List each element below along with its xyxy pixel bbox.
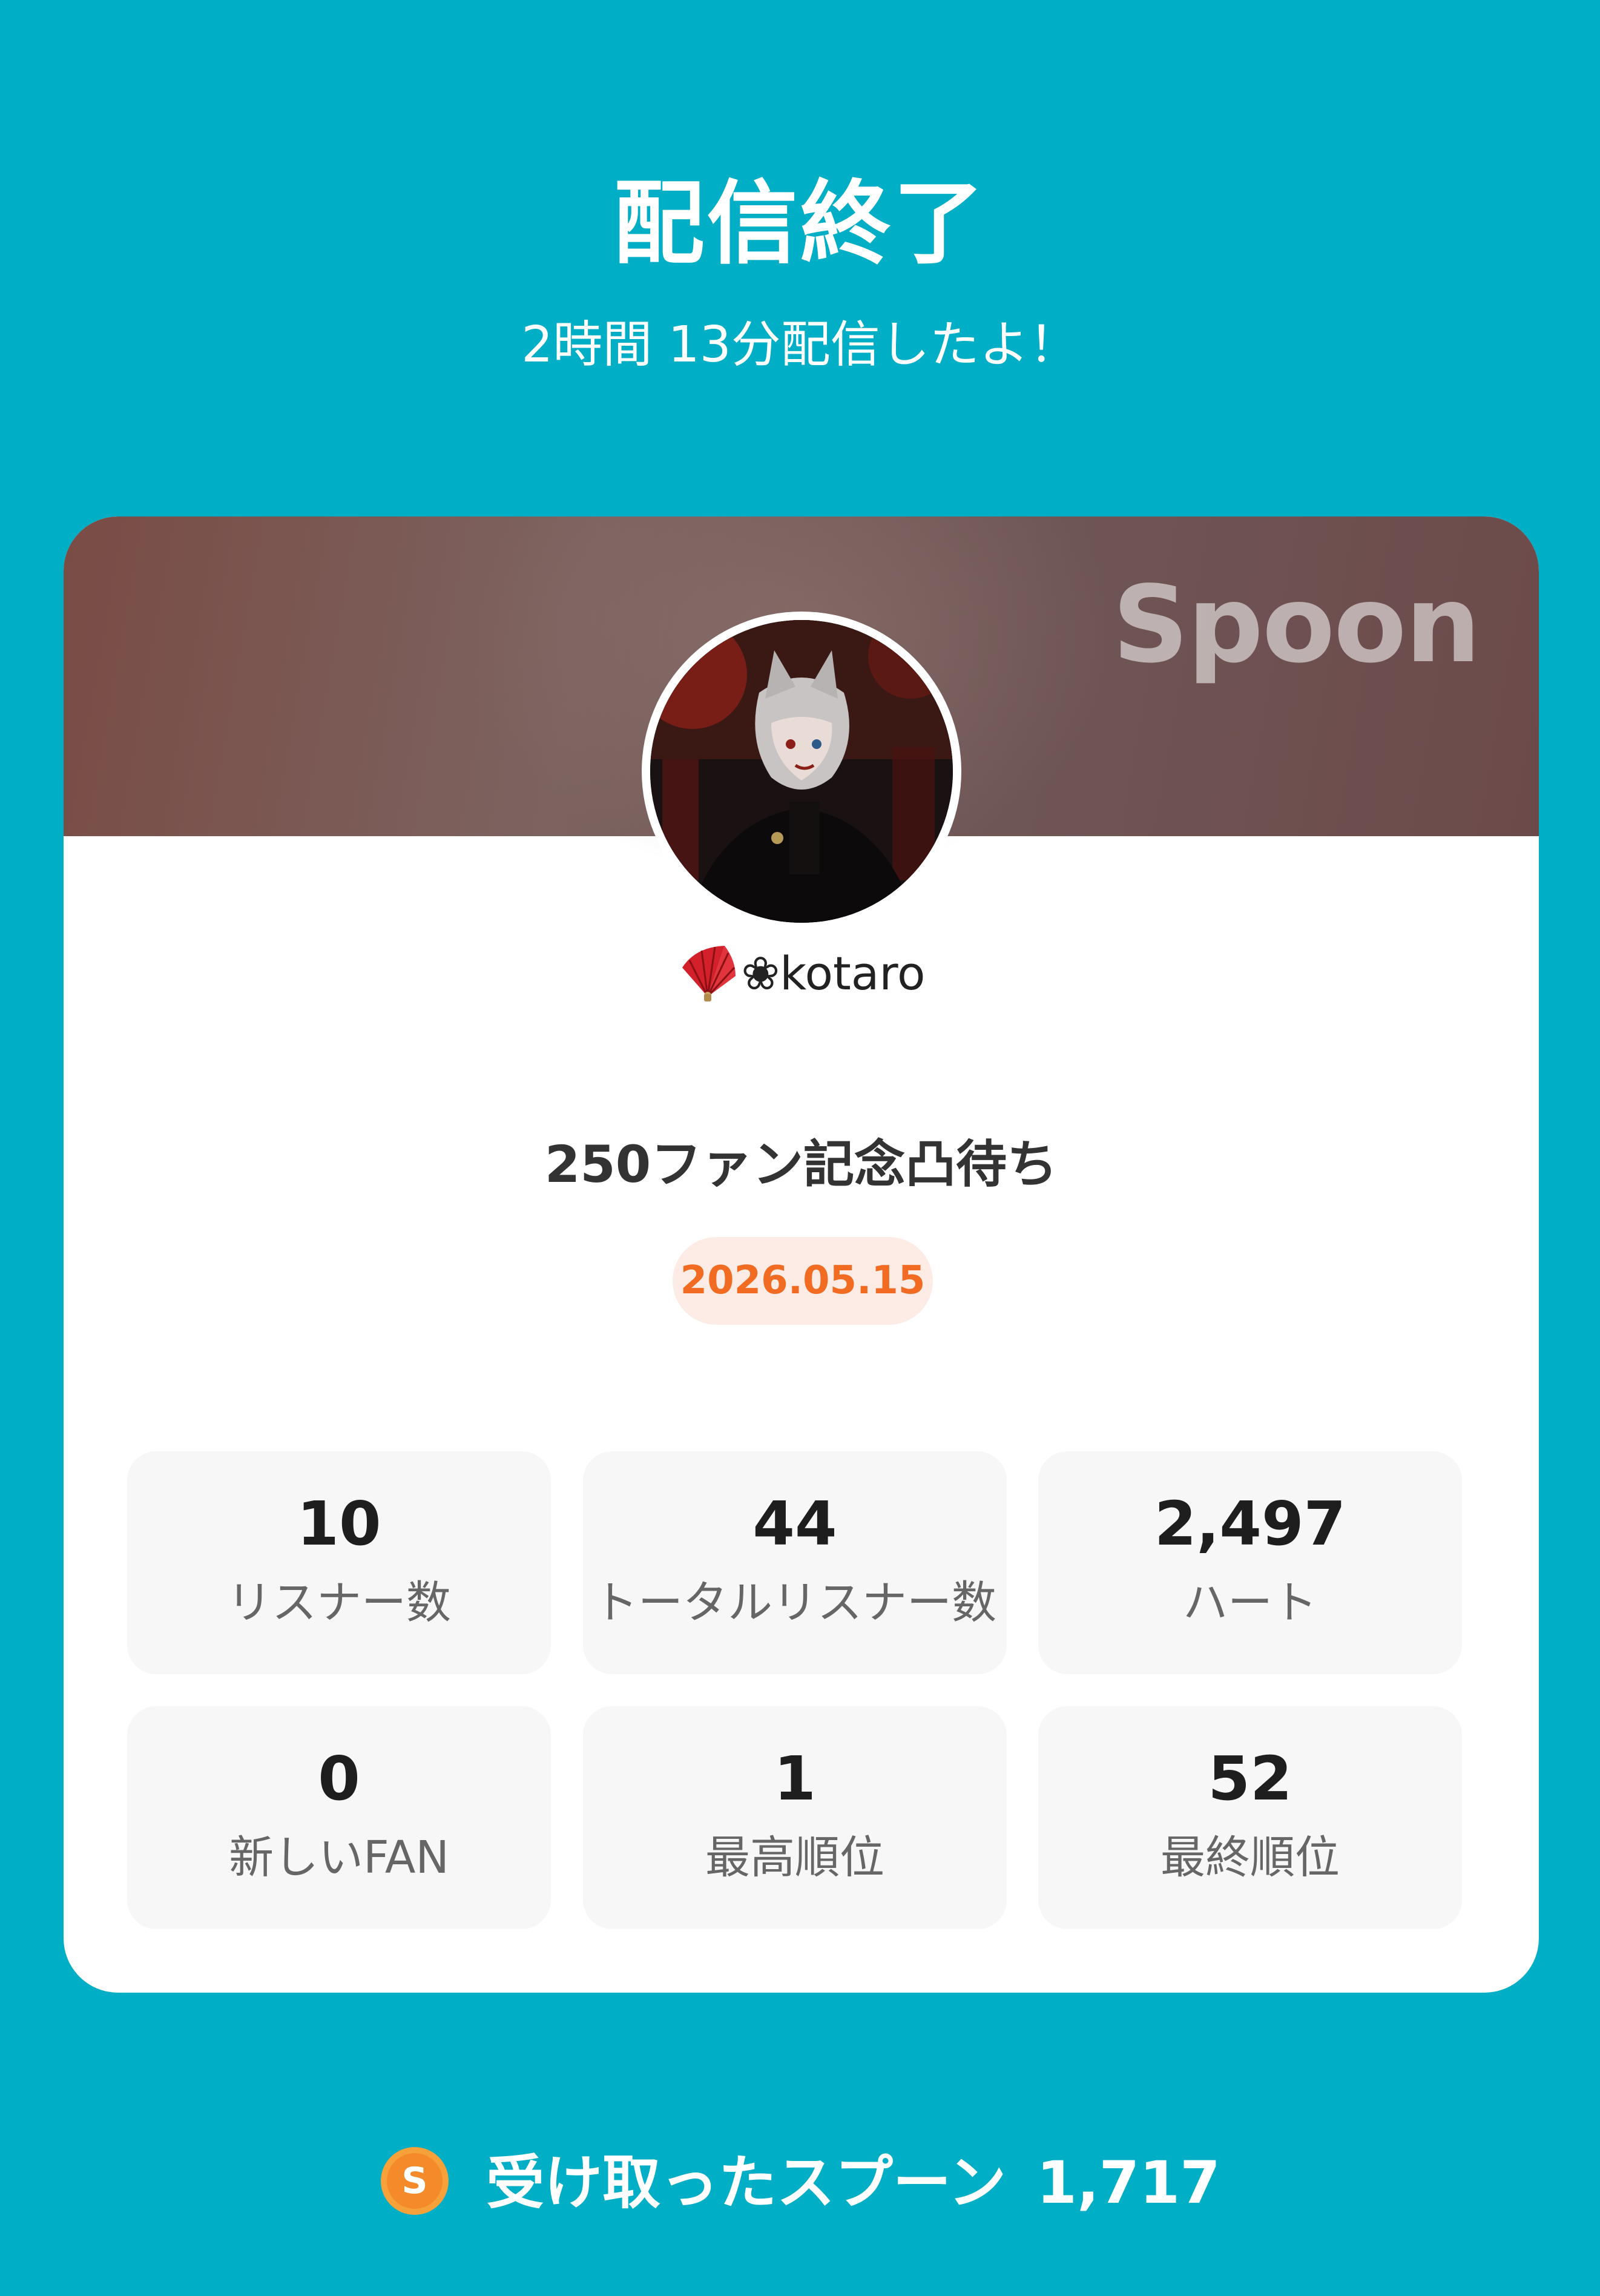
received-spoons: S 受け取ったスプーン 1,717 [0, 2143, 1600, 2222]
stat-new-fans: 0 新しいFAN [127, 1706, 551, 1929]
stat-label: 最終順位 [1160, 1832, 1340, 1884]
folding-fan-icon [677, 942, 738, 1003]
avatar-image [650, 620, 953, 923]
stat-value: 52 [1208, 1743, 1292, 1814]
stream-title: 250ファン記念凸待ち [544, 1135, 1058, 1194]
stream-duration: 2時間 13分配信したよ！ [521, 316, 1079, 374]
stat-total-listeners: 44 トータルリスナー数 [583, 1451, 1007, 1674]
svg-text:S: S [401, 2160, 427, 2202]
spoon-coin-icon: S [380, 2146, 450, 2216]
username: ❀kotaro [741, 946, 926, 1000]
spoon-logo: Spoon [1112, 564, 1481, 687]
stat-label: リスナー数 [227, 1577, 451, 1629]
stat-highest-rank: 1 最高順位 [583, 1706, 1007, 1929]
stat-final-rank: 52 最終順位 [1038, 1706, 1462, 1929]
stat-label: 新しいFAN [229, 1832, 449, 1884]
user-row[interactable]: ❀kotaro [64, 940, 1539, 1007]
stat-label: トータルリスナー数 [593, 1577, 996, 1629]
spoons-value: 1,717 [1036, 2149, 1220, 2217]
avatar[interactable] [650, 620, 953, 923]
stat-value: 10 [297, 1488, 381, 1559]
spoons-label: 受け取ったスプーン [486, 2149, 1007, 2217]
stat-value: 2,497 [1154, 1488, 1346, 1559]
page-title: 配信終了 [613, 171, 987, 277]
stat-listeners: 10 リスナー数 [127, 1451, 551, 1674]
stat-value: 44 [752, 1488, 837, 1559]
stat-hearts: 2,497 ハート [1038, 1451, 1462, 1674]
stat-value: 1 [774, 1743, 816, 1814]
stat-label: ハート [1183, 1577, 1317, 1629]
avatar-ring [642, 612, 961, 931]
date-badge: 2026.05.15 [673, 1237, 933, 1325]
stat-value: 0 [318, 1743, 360, 1814]
stat-label: 最高順位 [705, 1832, 884, 1884]
summary-card: Spoon ❀kotaro 250ファン記念凸待ち 2026.05.15 10 … [64, 516, 1539, 1993]
